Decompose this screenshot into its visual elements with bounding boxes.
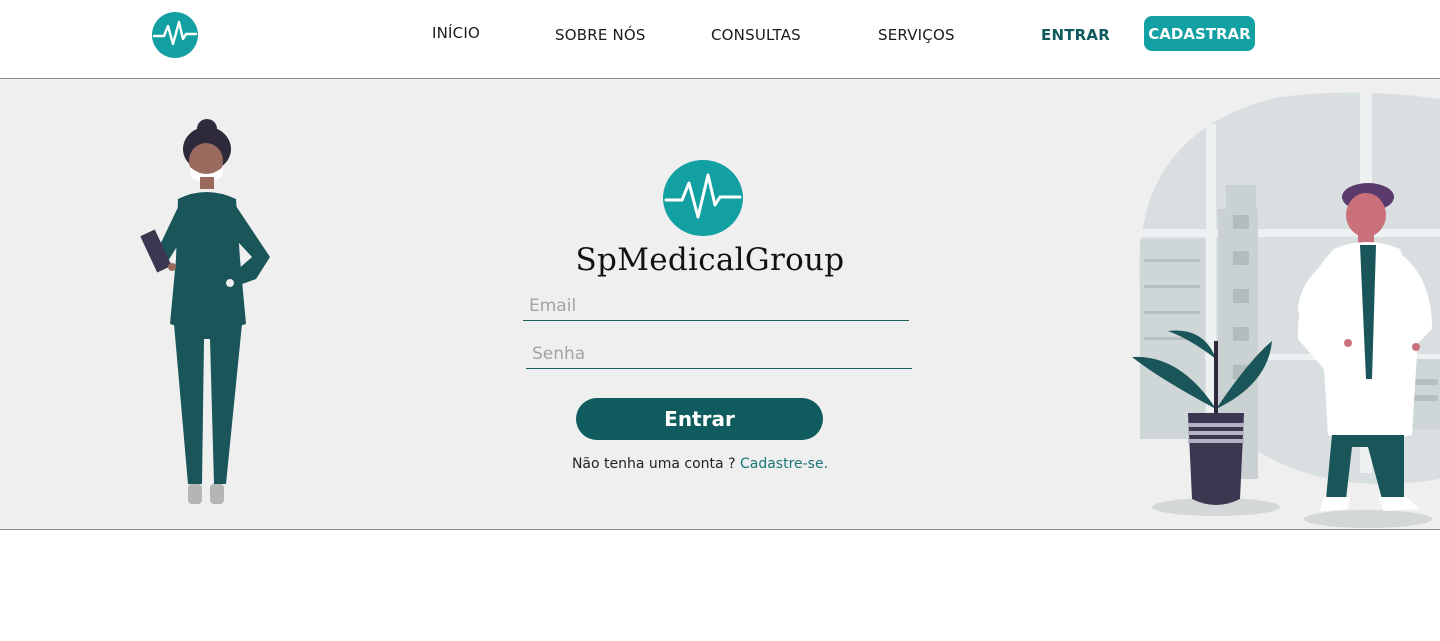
nav-sobre-nos[interactable]: SOBRE NÓS (555, 26, 646, 44)
nurse-illustration (140, 119, 270, 504)
signup-link[interactable]: Cadastre-se. (740, 456, 828, 472)
brand-name: SpMedicalGroup (575, 242, 845, 278)
heartbeat-logo-icon (663, 160, 743, 236)
nav-inicio[interactable]: INÍCIO (432, 24, 480, 42)
nav-servicos[interactable]: SERVIÇOS (878, 26, 955, 44)
nav-entrar[interactable]: ENTRAR (1041, 26, 1110, 44)
top-navbar: INÍCIO SOBRE NÓS CONSULTAS SERVIÇOS ENTR… (0, 0, 1440, 79)
heartbeat-logo-icon[interactable] (152, 12, 198, 58)
login-submit-button[interactable]: Entrar (576, 398, 823, 440)
signup-prompt: Não tenha uma conta ? (571, 456, 736, 472)
doctor-with-plant-illustration (1132, 92, 1440, 528)
signup-prompt-line: Não tenha uma conta ? Cadastre-se. (540, 456, 860, 472)
email-field[interactable]: Email (523, 293, 909, 321)
password-field[interactable]: Senha (526, 341, 912, 369)
login-section: SpMedicalGroup Email Senha Entrar Não te… (0, 79, 1440, 530)
nav-consultas[interactable]: CONSULTAS (711, 26, 801, 44)
cadastrar-button[interactable]: CADASTRAR (1144, 16, 1255, 51)
